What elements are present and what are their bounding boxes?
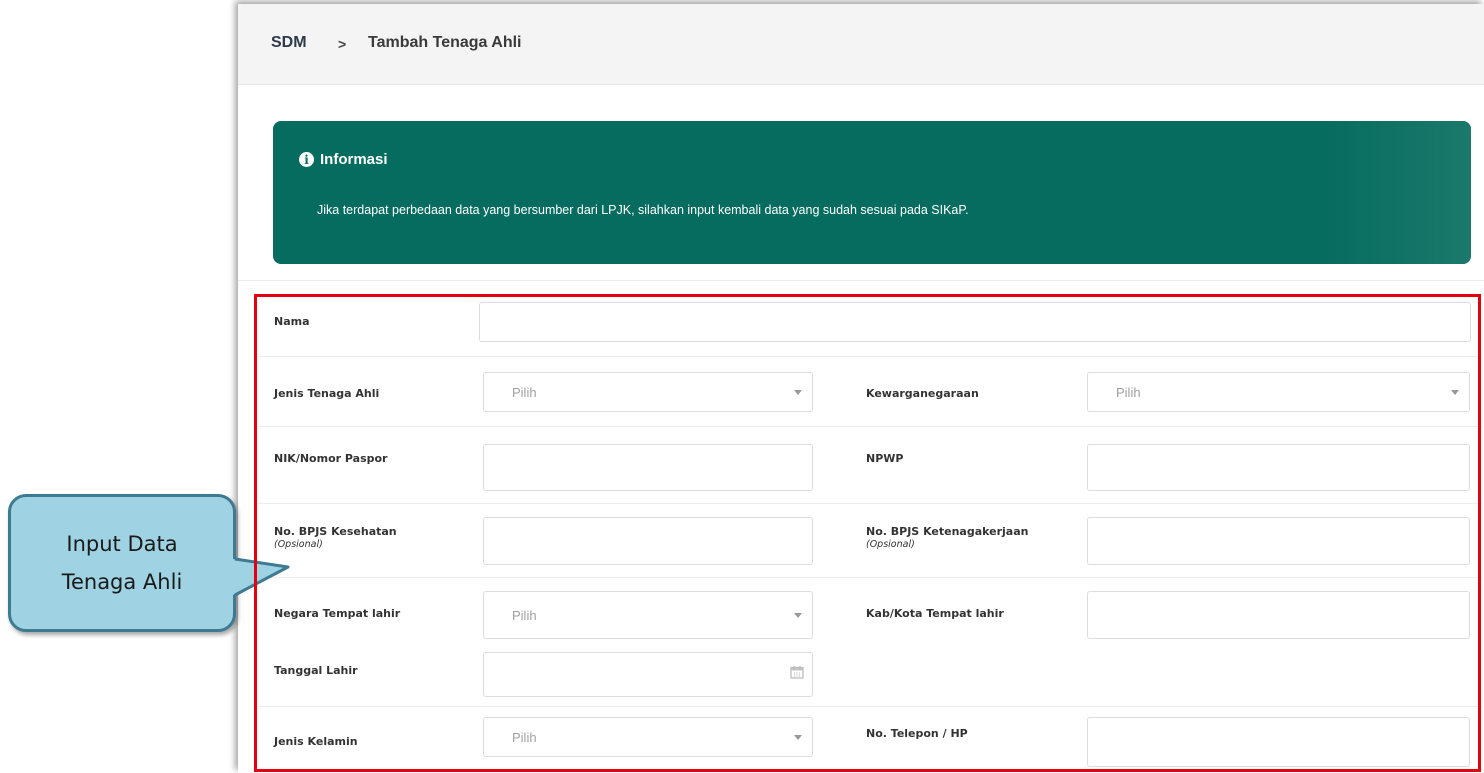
bpjs-ketenagakerjaan-input[interactable] [1087, 517, 1470, 565]
label-nik: NIK/Nomor Paspor [274, 452, 388, 465]
breadcrumb-root-link[interactable]: SDM [271, 34, 307, 52]
info-icon: i [299, 152, 314, 167]
bpjs-kesehatan-input[interactable] [483, 517, 813, 565]
label-bpjs-kesehatan-text: No. BPJS Kesehatan [274, 525, 397, 538]
chevron-down-icon [794, 735, 802, 740]
kab-kota-tempat-lahir-input[interactable] [1087, 591, 1470, 639]
row-divider [258, 356, 1482, 357]
telepon-input[interactable] [1087, 717, 1470, 767]
nik-input[interactable] [483, 444, 813, 491]
jenis-tenaga-ahli-value: Pilih [512, 384, 537, 400]
label-tanggal-lahir: Tanggal Lahir [274, 664, 358, 677]
row-divider [258, 426, 1482, 427]
negara-tempat-lahir-value: Pilih [512, 607, 537, 623]
label-npwp: NPWP [866, 452, 904, 465]
calendar-icon[interactable] [790, 665, 804, 679]
optional-note: (Opsional) [274, 539, 323, 550]
jenis-kelamin-select[interactable]: Pilih [483, 717, 813, 757]
info-banner-title: i Informasi [299, 151, 388, 168]
row-divider [258, 706, 1482, 707]
label-bpjs-ketenagakerjaan-text: No. BPJS Ketenagakerjaan [866, 525, 1029, 538]
chevron-down-icon [794, 613, 802, 618]
callout-pointer [233, 557, 290, 597]
label-kab-kota-tempat-lahir: Kab/Kota Tempat lahir [866, 607, 1004, 620]
npwp-input[interactable] [1087, 444, 1470, 491]
info-title-text: Informasi [320, 151, 388, 168]
chevron-down-icon [1451, 390, 1459, 395]
label-telepon: No. Telepon / HP [866, 727, 968, 740]
row-divider [258, 577, 1482, 578]
callout-line-1: Input Data [66, 532, 178, 556]
breadcrumb: SDM > Tambah Tenaga Ahli [238, 4, 1484, 85]
info-banner: i Informasi Jika terdapat perbedaan data… [273, 121, 1471, 264]
kewarganegaraan-select[interactable]: Pilih [1087, 372, 1470, 412]
jenis-tenaga-ahli-select[interactable]: Pilih [483, 372, 813, 412]
label-bpjs-kesehatan: No. BPJS Kesehatan (Opsional) [274, 525, 397, 550]
kewarganegaraan-value: Pilih [1116, 384, 1141, 400]
banner-background-image [1321, 121, 1471, 264]
row-divider [258, 503, 1482, 504]
label-nama: Nama [274, 315, 310, 328]
chevron-down-icon [794, 390, 802, 395]
section-divider [238, 280, 1484, 281]
jenis-kelamin-value: Pilih [512, 729, 537, 745]
optional-note: (Opsional) [866, 539, 915, 550]
label-kewarganegaraan: Kewarganegaraan [866, 387, 979, 400]
info-banner-message: Jika terdapat perbedaan data yang bersum… [317, 203, 969, 217]
tanggal-lahir-datepicker[interactable] [483, 652, 813, 697]
label-bpjs-ketenagakerjaan: No. BPJS Ketenagakerjaan (Opsional) [866, 525, 1028, 550]
negara-tempat-lahir-select[interactable]: Pilih [483, 591, 813, 639]
label-negara-tempat-lahir: Negara Tempat lahir [274, 607, 401, 620]
breadcrumb-current: Tambah Tenaga Ahli [368, 34, 522, 51]
label-jenis-kelamin: Jenis Kelamin [274, 735, 358, 748]
callout-annotation: Input Data Tenaga Ahli [8, 494, 236, 632]
callout-line-2: Tenaga Ahli [61, 570, 183, 594]
nama-input[interactable] [479, 302, 1471, 342]
chevron-right-icon: > [338, 36, 347, 52]
label-jenis-tenaga-ahli: Jenis Tenaga Ahli [274, 387, 380, 400]
